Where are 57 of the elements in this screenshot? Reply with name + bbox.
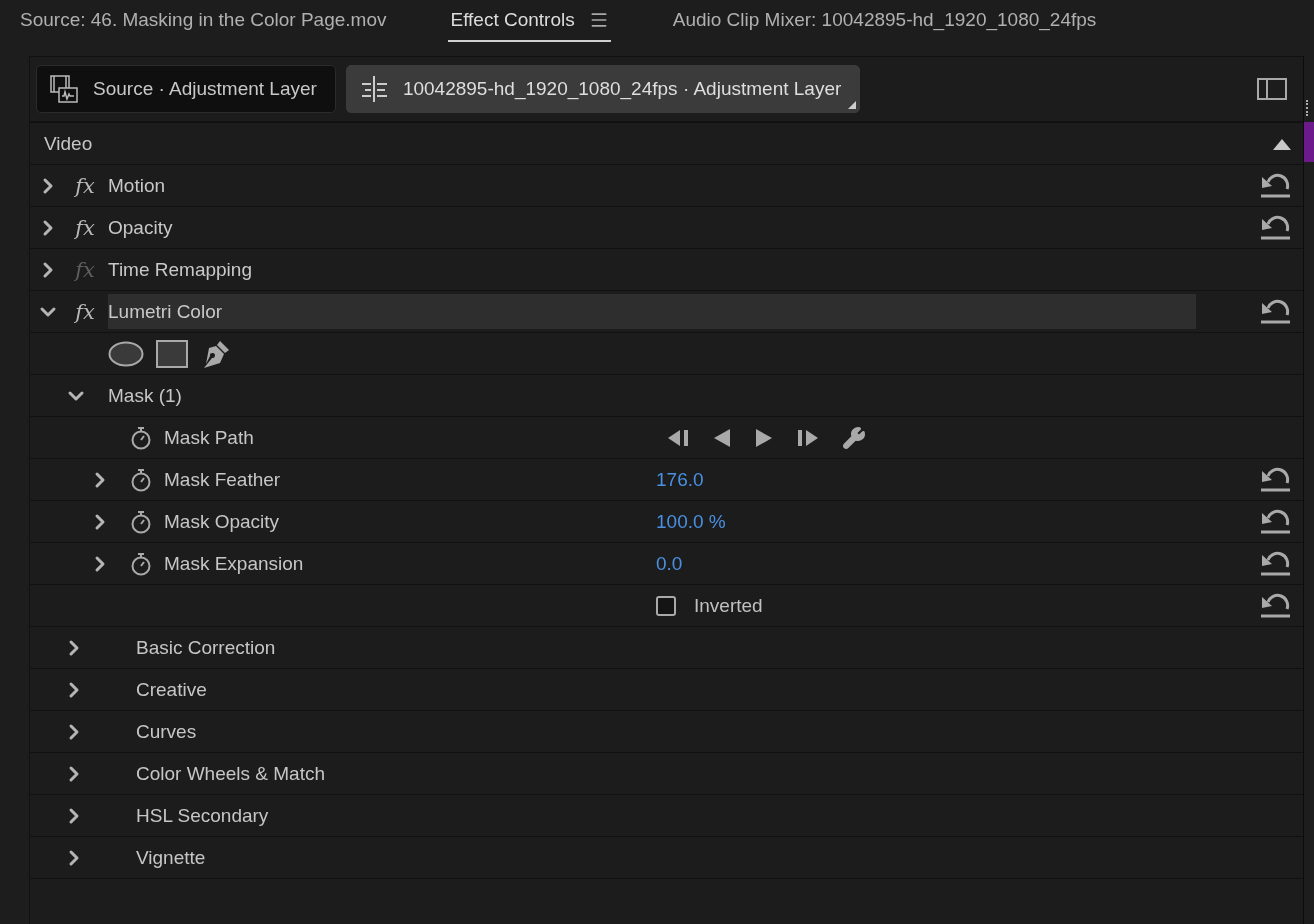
subsection-name[interactable]: Creative	[136, 678, 207, 701]
clip-tab[interactable]: Source · Adjustment Layer	[36, 65, 336, 113]
reset-icon[interactable]	[1259, 172, 1291, 199]
subsection-name[interactable]: Vignette	[136, 846, 206, 869]
property-name: Mask Feather	[164, 468, 282, 491]
step-back-icon[interactable]	[712, 427, 732, 448]
fx-toggle[interactable]: fx	[75, 299, 95, 324]
subsection-name[interactable]: Basic Correction	[136, 636, 276, 659]
reset-icon[interactable]	[1259, 508, 1291, 535]
subsection-name[interactable]: Curves	[136, 720, 197, 743]
tab-label: Effect Controls	[450, 9, 575, 31]
subsection-name[interactable]: HSL Secondary	[136, 804, 269, 827]
property-value[interactable]: 100.0 %	[656, 510, 1196, 533]
tab-label: Source · Adjustment Layer	[93, 78, 317, 100]
panel-tab[interactable]: Audio Clip Mixer: 10042895-hd_1920_1080_24fps	[670, 0, 1099, 42]
stopwatch-icon[interactable]	[130, 551, 152, 576]
inverted-checkbox[interactable]	[656, 595, 676, 616]
film-audio-icon	[49, 74, 79, 104]
subsection-name[interactable]: Color Wheels & Match	[136, 762, 325, 785]
panel-tab[interactable]: Effect Controls	[448, 0, 611, 42]
effect-name[interactable]: Motion	[108, 168, 1196, 203]
tab-label: 10042895-hd_1920_1080_24fps · Adjustment Layer	[402, 78, 842, 100]
corner-triangle-icon	[848, 101, 857, 109]
stopwatch-icon[interactable]	[130, 425, 152, 450]
next-keyframe-icon[interactable]	[796, 427, 820, 448]
effect-name[interactable]: Time Remapping	[108, 252, 1196, 287]
property-value[interactable]: 176.0	[656, 468, 1196, 491]
reset-icon[interactable]	[1259, 466, 1291, 493]
property-value[interactable]: 0.0	[656, 552, 1196, 575]
property-name: Mask Opacity	[164, 510, 281, 533]
clip-tab[interactable]: 10042895-hd_1920_1080_24fps · Adjustment Layer	[345, 65, 861, 113]
reset-icon[interactable]	[1259, 298, 1291, 325]
previous-keyframe-icon[interactable]	[666, 427, 690, 448]
stopwatch-icon[interactable]	[130, 509, 152, 534]
clip-marker	[1304, 122, 1314, 162]
fx-toggle[interactable]: fx	[75, 215, 95, 240]
wrench-icon[interactable]	[842, 425, 866, 450]
triangle-up-icon[interactable]	[1273, 137, 1291, 150]
panel-layout-icon[interactable]	[1257, 78, 1287, 100]
panel-tab[interactable]: Source: 46. Masking in the Color Page.mov	[18, 0, 389, 42]
reset-icon[interactable]	[1259, 214, 1291, 241]
property-name: Mask Path	[164, 426, 255, 449]
tab-label: Source: 46. Masking in the Color Page.mov	[20, 9, 387, 31]
checkbox-label: Inverted	[694, 594, 764, 617]
effect-name[interactable]: Lumetri Color	[108, 294, 1196, 329]
reset-icon[interactable]	[1259, 550, 1291, 577]
section-label: Video	[44, 132, 93, 155]
rectangle-mask-icon[interactable]	[156, 339, 188, 368]
ellipse-mask-icon[interactable]	[108, 340, 144, 367]
reset-icon[interactable]	[1259, 592, 1291, 619]
property-name: Mask Expansion	[164, 552, 305, 575]
fx-toggle[interactable]: fx	[75, 173, 95, 198]
play-icon[interactable]	[754, 427, 774, 448]
stopwatch-icon[interactable]	[130, 467, 152, 492]
effect-name[interactable]: Opacity	[108, 210, 1196, 245]
tab-label: Audio Clip Mixer: 10042895-hd_1920_1080_24fps	[672, 9, 1097, 31]
mask-label: Mask (1)	[108, 384, 182, 407]
